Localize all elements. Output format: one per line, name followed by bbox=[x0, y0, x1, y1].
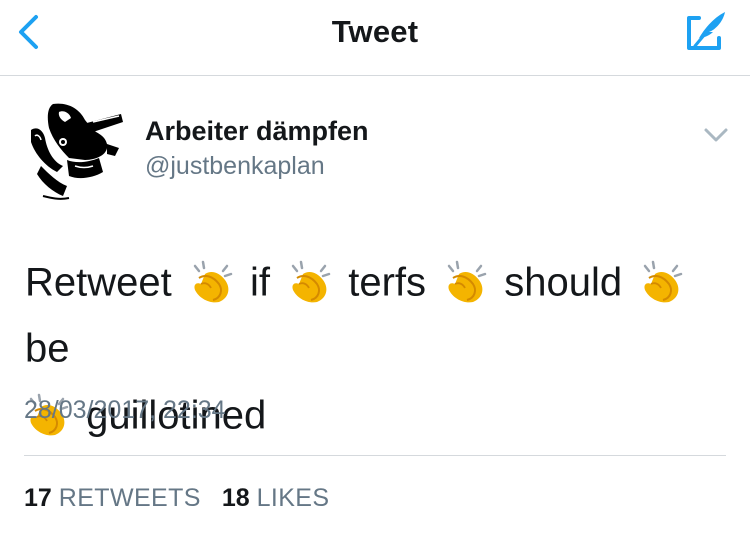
clapping-hands-emoji bbox=[447, 261, 487, 303]
retweets-count: 17 bbox=[24, 484, 52, 512]
boot-stomping-avatar bbox=[31, 103, 123, 200]
chevron-down-icon bbox=[704, 128, 728, 142]
compose-quill-icon bbox=[687, 12, 725, 50]
page-title: Tweet bbox=[331, 14, 419, 49]
compose-button[interactable] bbox=[683, 8, 729, 54]
divider bbox=[24, 455, 726, 456]
likes-count: 18 bbox=[221, 484, 250, 512]
tweet-word: should bbox=[504, 260, 623, 305]
tweet-word: be bbox=[25, 326, 70, 371]
likes-stat[interactable]: 18 LIKES bbox=[222, 484, 330, 512]
clapping-hands-emoji bbox=[291, 261, 331, 303]
likes-label: LIKES bbox=[256, 484, 330, 512]
tweet-word: if bbox=[250, 260, 270, 305]
tweet-menu-button[interactable] bbox=[700, 122, 732, 148]
author-name[interactable]: Arbeiter dämpfen bbox=[145, 116, 369, 147]
tweet-timestamp[interactable]: 28/03/2017, 22:34 bbox=[24, 396, 226, 425]
avatar[interactable] bbox=[23, 100, 127, 204]
tweet-word: Retweet bbox=[25, 260, 172, 305]
clapping-hands-emoji bbox=[644, 261, 683, 303]
retweets-stat[interactable]: 17 RETWEETS bbox=[24, 484, 201, 512]
author-handle[interactable]: @justbenkaplan bbox=[145, 152, 325, 181]
tweet-stats: 17 RETWEETS 18 LIKES bbox=[24, 484, 343, 513]
tweet-word: terfs bbox=[348, 260, 427, 305]
clapping-hands-emoji bbox=[193, 261, 233, 303]
nav-bar: Tweet bbox=[0, 0, 750, 76]
retweets-label: RETWEETS bbox=[58, 484, 201, 512]
